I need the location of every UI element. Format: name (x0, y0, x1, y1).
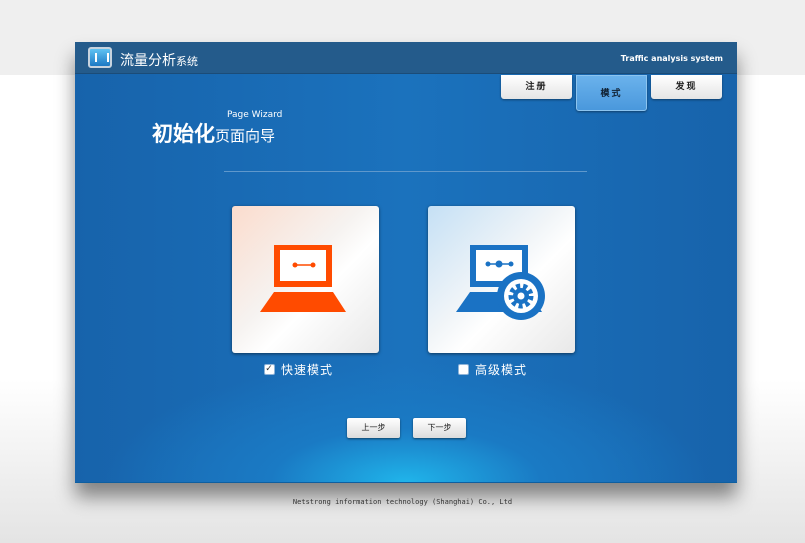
prev-button[interactable]: 上一步 (347, 418, 400, 438)
app-logo-icon (88, 47, 112, 68)
quick-mode-option[interactable]: ✓ 快速模式 (264, 361, 333, 378)
footer-copyright: Netstrong information technology (Shangh… (292, 498, 513, 506)
laptop-icon (260, 245, 346, 312)
wizard-title: 初始化页面向导 (152, 118, 275, 148)
laptop-gear-icon (456, 245, 545, 320)
wizard-title-rest: 页面向导 (215, 127, 276, 145)
app-title-main: 流量分析 (120, 53, 176, 69)
tab-discover[interactable]: 发现 (651, 75, 722, 99)
advanced-mode-checkbox[interactable] (458, 364, 469, 375)
tab-mode[interactable]: 模式 (576, 75, 647, 111)
tab-register[interactable]: 注册 (501, 75, 572, 99)
app-subtitle: Traffic analysis system (620, 54, 723, 63)
divider (224, 171, 587, 172)
advanced-mode-label: 高级模式 (475, 363, 528, 377)
quick-mode-checkbox[interactable]: ✓ (264, 364, 275, 375)
advanced-mode-option[interactable]: 高级模式 (458, 361, 527, 378)
quick-mode-label: 快速模式 (281, 363, 334, 377)
next-button[interactable]: 下一步 (413, 418, 466, 438)
advanced-mode-card[interactable] (428, 206, 575, 353)
wizard-title-bold: 初始化 (152, 122, 215, 146)
quick-mode-card[interactable] (232, 206, 379, 353)
app-title: 流量分析系统 (120, 50, 198, 70)
wizard-panel: 流量分析系统 Traffic analysis system 注册 模式 发现 … (75, 42, 737, 483)
app-title-small: 系统 (176, 55, 198, 68)
app-header: 流量分析系统 Traffic analysis system (75, 42, 737, 74)
